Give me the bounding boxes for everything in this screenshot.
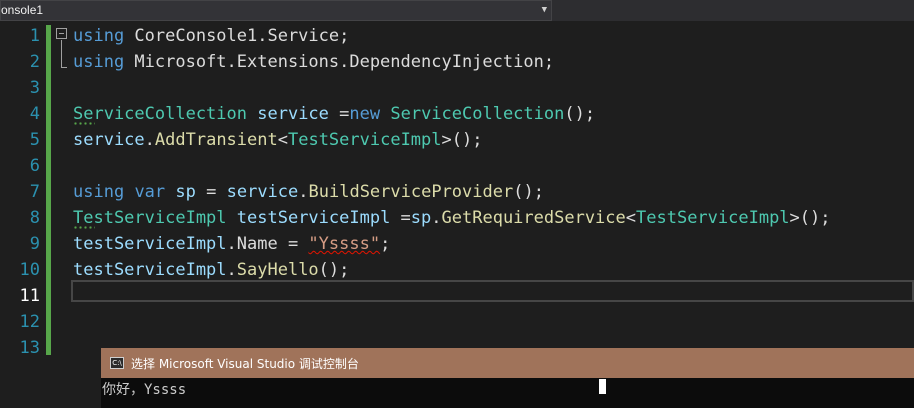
line-number: 3 [29, 78, 40, 98]
line-number: 4 [29, 104, 40, 124]
fold-guide-line [61, 40, 62, 68]
code-token: .Name = [226, 234, 309, 254]
console-app-icon: C:\ [110, 357, 124, 369]
code-token: = [195, 182, 227, 202]
debug-console-window[interactable]: C:\ 选择 Microsoft Visual Studio 调试控制台 你好，… [101, 348, 914, 408]
line-number-gutter: 1 2 3 4 5 6 7 8 9 10 11 12 13 [0, 23, 44, 358]
collapse-region-icon[interactable] [56, 28, 67, 39]
code-token: sp [410, 208, 432, 228]
code-editor[interactable]: using CoreConsole1.Service; using Microso… [73, 23, 914, 361]
line-number: 6 [29, 156, 40, 176]
change-tracking-bar [46, 25, 51, 355]
line-number: 7 [29, 182, 40, 202]
line-number: 8 [29, 208, 40, 228]
line-number: 1 [29, 26, 40, 46]
code-token: < [277, 130, 288, 150]
code-token: = [328, 104, 350, 124]
code-line[interactable] [73, 153, 914, 179]
code-token: "Yssss" [308, 234, 381, 254]
code-token: testServiceImpl [73, 260, 227, 280]
code-token: TestServiceImpl [636, 208, 790, 228]
code-line[interactable]: TestServiceImpl testServiceImpl =sp.GetR… [73, 205, 914, 231]
line-number: 5 [29, 130, 40, 150]
code-token: SayHello [236, 260, 319, 280]
suggestion-dots[interactable] [73, 226, 95, 229]
code-line[interactable] [73, 309, 914, 335]
code-token: AddTransient [154, 130, 278, 150]
console-title-bar[interactable]: C:\ 选择 Microsoft Visual Studio 调试控制台 [101, 348, 914, 378]
code-line[interactable]: service.AddTransient<TestServiceImpl>(); [73, 127, 914, 153]
line-number: 11 [19, 286, 40, 306]
code-token: service [226, 182, 299, 202]
code-token: CoreConsole1.Service; [124, 26, 350, 46]
code-token: . [144, 130, 155, 150]
line-number: 12 [19, 312, 40, 332]
console-cursor [599, 379, 606, 394]
code-token: service [257, 104, 329, 124]
member-dropdown-area[interactable] [552, 0, 914, 21]
code-token: ServiceCollection [390, 104, 565, 124]
code-token: GetRequiredService [441, 208, 626, 228]
code-token: BuildServiceProvider [308, 182, 514, 202]
code-line[interactable]: using Microsoft.Extensions.DependencyInj… [73, 49, 914, 75]
code-line[interactable]: testServiceImpl.SayHello(); [73, 257, 914, 283]
code-token: using [73, 52, 125, 72]
code-token: sp [175, 182, 196, 202]
code-line[interactable]: testServiceImpl.Name = "Yssss"; [73, 231, 914, 257]
code-token: = [390, 208, 411, 228]
code-token: >(); [441, 130, 483, 150]
line-number: 9 [29, 234, 40, 254]
code-token: Microsoft.Extensions.DependencyInjection… [124, 52, 555, 72]
code-token: (); [513, 182, 544, 202]
code-line[interactable]: using CoreConsole1.Service; [73, 23, 914, 49]
suggestion-dots[interactable] [73, 122, 95, 125]
code-token: ; [380, 234, 391, 254]
line-number: 13 [19, 338, 40, 358]
project-dropdown[interactable]: onsole1 ▼ [0, 0, 552, 21]
code-token: using [73, 182, 125, 202]
code-token: (); [318, 260, 350, 280]
code-line[interactable] [73, 75, 914, 101]
code-token: service [73, 130, 145, 150]
code-line[interactable]: using var sp = service.BuildServiceProvi… [73, 179, 914, 205]
code-token: . [298, 182, 309, 202]
fold-guide-end [61, 67, 67, 68]
line-number: 2 [29, 52, 40, 72]
code-token: testServiceImpl [236, 208, 391, 228]
code-token: >(); [789, 208, 831, 228]
chevron-down-icon[interactable]: ▼ [542, 5, 547, 15]
code-token: TestServiceImpl [287, 130, 442, 150]
console-title: 选择 Microsoft Visual Studio 调试控制台 [131, 357, 359, 371]
code-token: new [349, 104, 381, 124]
console-output: 你好，Yssss [102, 382, 187, 398]
code-token: . [226, 260, 237, 280]
code-token: var [134, 182, 166, 202]
code-token: < [625, 208, 637, 228]
code-token: . [431, 208, 442, 228]
code-line[interactable]: ServiceCollection service =new ServiceCo… [73, 101, 914, 127]
code-line[interactable] [73, 283, 914, 309]
code-token: testServiceImpl [73, 234, 227, 254]
code-token: (); [564, 104, 596, 124]
code-token: ServiceCollection [73, 104, 247, 124]
line-number: 10 [19, 260, 40, 280]
code-token: using [73, 26, 125, 46]
project-dropdown-label: onsole1 [1, 3, 44, 17]
code-token: TestServiceImpl [73, 208, 227, 228]
